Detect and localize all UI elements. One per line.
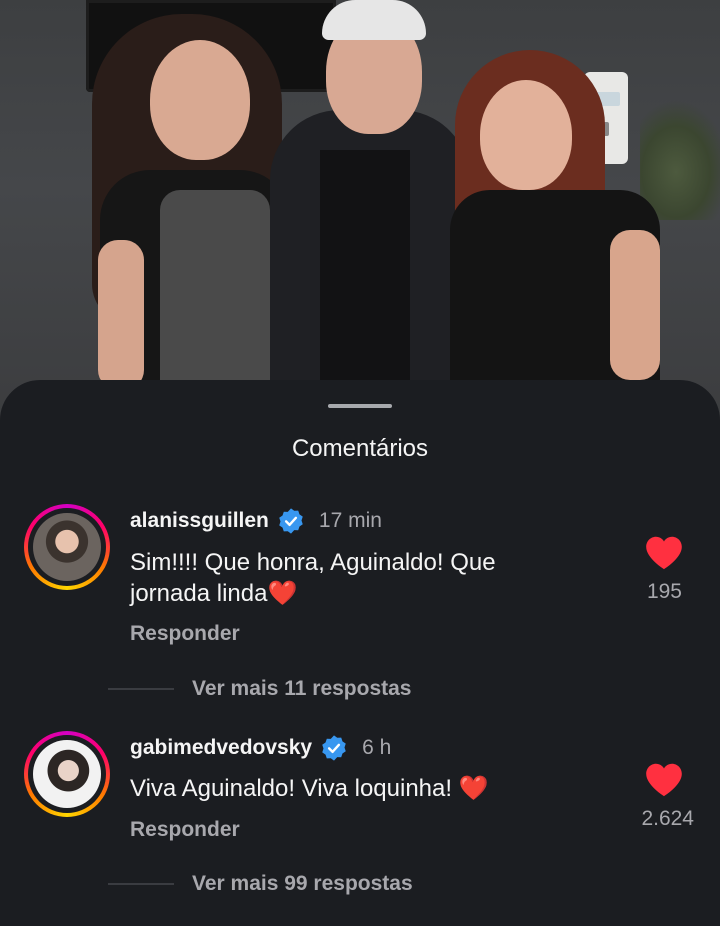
comment-username[interactable]: gabimedvedovsky — [130, 736, 312, 760]
comments-sheet: Comentários alanissguillen 17 min Sim!!!… — [0, 380, 720, 926]
avatar[interactable] — [24, 731, 110, 817]
verified-badge-icon — [322, 735, 346, 761]
comment-timestamp: 6 h — [362, 736, 392, 759]
avatar-photo — [33, 513, 101, 581]
sheet-title: Comentários — [291, 435, 429, 462]
red-heart-emoji: ❤️ — [267, 580, 298, 607]
like-count: 2.624 — [641, 807, 694, 830]
plant — [640, 100, 720, 220]
red-heart-emoji: ❤️ — [458, 775, 489, 802]
divider — [108, 883, 174, 885]
avatar[interactable] — [24, 504, 110, 590]
view-replies-button[interactable]: Ver mais 11 respostas — [108, 674, 412, 704]
verified-badge-icon — [279, 508, 303, 534]
avatar-photo — [33, 740, 101, 808]
reply-button[interactable]: Responder — [130, 622, 240, 646]
reply-button[interactable]: Responder — [130, 818, 240, 842]
comment-username[interactable]: alanissguillen — [130, 509, 269, 533]
heart-icon[interactable] — [644, 536, 684, 570]
drag-handle[interactable] — [328, 404, 392, 408]
view-replies-button[interactable]: Ver mais 99 respostas — [108, 869, 413, 899]
comment-timestamp: 17 min — [318, 509, 382, 532]
divider — [108, 688, 174, 690]
comment-text: Viva Aguinaldo! Viva loquinha! ❤️ — [130, 775, 489, 802]
comment-text: Sim!!!! Que honra, Aguinaldo! Que jornad… — [130, 549, 496, 607]
heart-icon[interactable] — [644, 763, 684, 797]
like-count: 195 — [646, 580, 682, 603]
